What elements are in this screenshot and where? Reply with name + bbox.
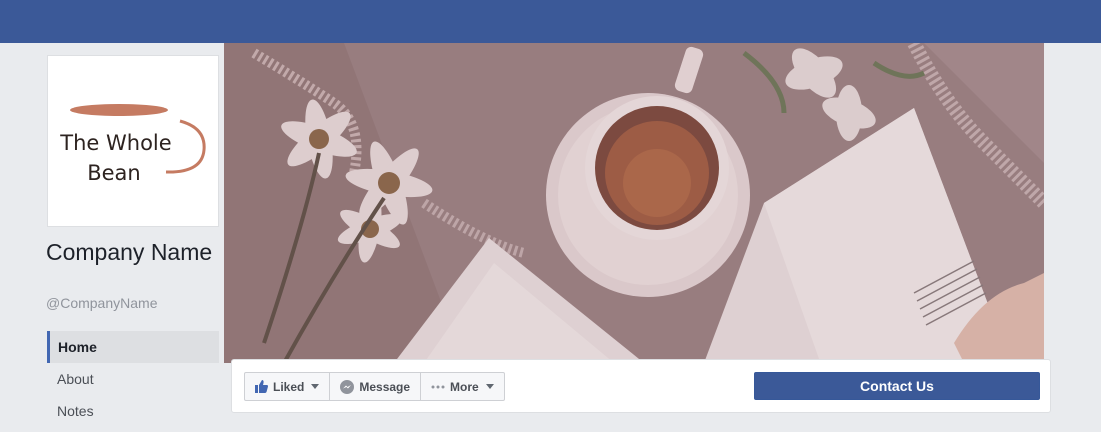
- logo-text-line1: The Whole: [59, 131, 171, 155]
- more-button[interactable]: More: [421, 373, 504, 400]
- page-action-bar: Liked Message More Contact Us: [231, 359, 1051, 413]
- page-nav: Home About Notes: [47, 331, 219, 427]
- page-handle[interactable]: @CompanyName: [46, 295, 157, 311]
- message-label: Message: [359, 379, 411, 394]
- nav-item-notes[interactable]: Notes: [47, 395, 219, 427]
- ellipsis-icon: [431, 385, 445, 388]
- chevron-down-icon: [485, 384, 494, 389]
- thumbs-up-icon: [255, 380, 268, 393]
- page-title: Company Name: [46, 239, 213, 265]
- cover-image: [224, 43, 1044, 363]
- nav-item-about[interactable]: About: [47, 363, 219, 395]
- page-buttons: Liked Message More: [244, 372, 505, 401]
- messenger-icon: [340, 379, 355, 394]
- top-navigation-bar: [0, 0, 1101, 43]
- nav-item-home[interactable]: Home: [47, 331, 219, 363]
- more-label: More: [450, 379, 479, 394]
- cover-photo[interactable]: [224, 43, 1044, 363]
- liked-button[interactable]: Liked: [245, 373, 331, 400]
- company-logo: The Whole Bean: [59, 104, 206, 185]
- chevron-down-icon: [311, 384, 320, 389]
- message-button[interactable]: Message: [330, 373, 422, 400]
- liked-label: Liked: [273, 379, 305, 394]
- profile-picture[interactable]: The Whole Bean: [47, 55, 219, 227]
- contact-us-button[interactable]: Contact Us: [754, 372, 1040, 400]
- logo-text-line2: Bean: [87, 161, 141, 185]
